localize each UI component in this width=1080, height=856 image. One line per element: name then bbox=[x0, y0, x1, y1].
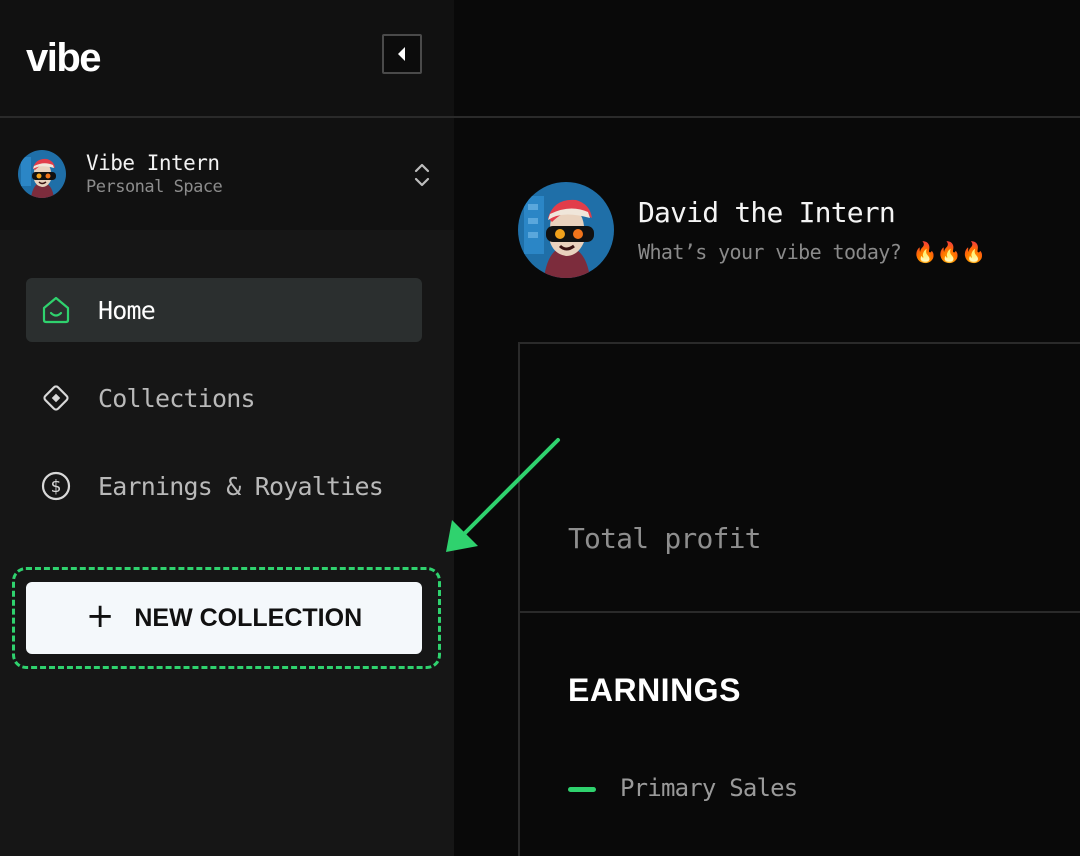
svg-text:$: $ bbox=[51, 477, 62, 497]
space-name: Vibe Intern bbox=[86, 151, 220, 175]
card-divider bbox=[518, 611, 1080, 613]
sidebar-item-home[interactable]: Home bbox=[26, 278, 422, 342]
plus-icon: + bbox=[85, 596, 115, 636]
chevron-left-icon bbox=[396, 46, 408, 62]
legend-label-primary-sales[interactable]: Primary Sales bbox=[620, 774, 798, 802]
profile-status: What’s your vibe today? 🔥🔥🔥 bbox=[638, 240, 986, 264]
earnings-title: EARNINGS bbox=[568, 672, 741, 708]
avatar bbox=[18, 150, 66, 198]
new-collection-label: NEW COLLECTION bbox=[134, 603, 363, 632]
total-profit-label: Total profit bbox=[568, 522, 762, 555]
header-divider bbox=[0, 116, 1080, 118]
sidebar-item-collections[interactable]: Collections bbox=[26, 366, 422, 430]
chevron-up-down-icon bbox=[412, 162, 432, 192]
dollar-circle-icon: $ bbox=[40, 470, 72, 502]
new-collection-button[interactable]: + NEW COLLECTION bbox=[26, 582, 422, 654]
vibe-logo[interactable]: vibe bbox=[26, 38, 102, 78]
profile-name: David the Intern bbox=[638, 196, 896, 229]
home-icon bbox=[40, 294, 72, 326]
sidebar-header: vibe bbox=[0, 0, 454, 117]
collapse-sidebar-button[interactable] bbox=[382, 34, 422, 74]
sidebar-item-label: Home bbox=[98, 296, 156, 325]
sidebar-item-earnings-royalties[interactable]: $ Earnings & Royalties bbox=[26, 454, 422, 518]
space-switcher[interactable]: Vibe Intern Personal Space bbox=[0, 118, 454, 230]
annotation-arrow bbox=[446, 438, 560, 552]
profile-avatar[interactable] bbox=[518, 182, 614, 278]
space-subtitle: Personal Space bbox=[86, 177, 223, 197]
legend-swatch-primary-sales bbox=[568, 787, 596, 792]
sidebar-item-label: Collections bbox=[98, 384, 256, 413]
earnings-card bbox=[518, 342, 1080, 856]
diamond-icon bbox=[40, 382, 72, 414]
sidebar-item-label: Earnings & Royalties bbox=[98, 472, 384, 501]
sidebar: vibe Vibe Intern Personal Space Home Col… bbox=[0, 0, 454, 856]
